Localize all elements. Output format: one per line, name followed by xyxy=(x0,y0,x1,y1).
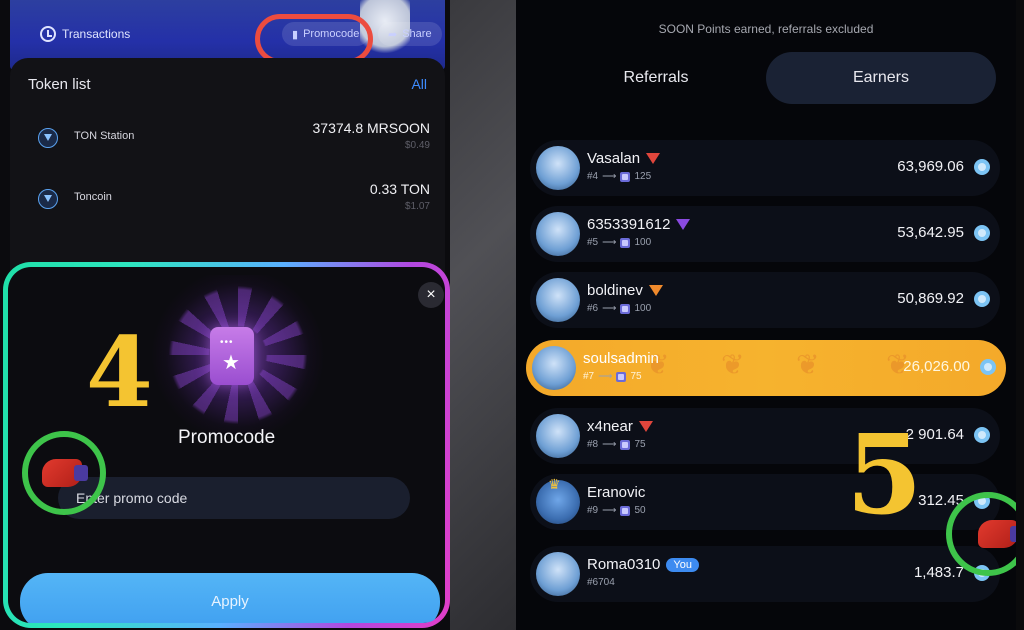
row-name: x4near xyxy=(587,418,653,435)
avatar xyxy=(536,146,580,190)
step-number-4: 4 xyxy=(86,316,153,429)
token-row[interactable]: TON Station 37374.8 MRSOON $0.49 xyxy=(34,118,430,158)
token-amount: 37374.8 MRSOON xyxy=(312,120,431,136)
row-rank: #5 ⟶ 100 xyxy=(587,237,652,248)
points-note: SOON Points earned, referrals excluded xyxy=(658,22,874,36)
token-usd: $0.49 xyxy=(404,140,430,151)
avatar: ♛ xyxy=(536,476,580,524)
row-value: 63,969.06 xyxy=(897,158,964,175)
step-number-5: 5 xyxy=(846,410,923,539)
tab-earners[interactable]: Earners xyxy=(766,52,996,104)
leaf-pattern-icon: ❦ xyxy=(796,349,820,380)
background-divider xyxy=(450,0,520,630)
leaderboard-row[interactable]: boldinev #6 ⟶ 100 50,869.92 xyxy=(530,272,1000,328)
promo-code-input[interactable] xyxy=(58,477,410,519)
avatar xyxy=(536,212,580,256)
row-rank: #7 ⟶ 75 xyxy=(583,371,642,382)
leaderboard-row[interactable]: Vasalan #4 ⟶ 125 63,969.06 xyxy=(530,140,1000,196)
transactions-button[interactable]: Transactions xyxy=(40,26,130,42)
tab-referrals[interactable]: Referrals xyxy=(546,52,766,104)
token-amount: 0.33 TON xyxy=(369,181,430,197)
row-value: 1,483.7 xyxy=(913,564,964,581)
apply-button[interactable]: Apply xyxy=(20,573,440,623)
row-name: soulsadmin xyxy=(583,350,659,367)
avatar xyxy=(536,552,580,596)
leaderboard-row[interactable]: ♛ Eranovic #9 ⟶ 50 312.45 xyxy=(530,474,1000,530)
token-list-all-link[interactable]: All xyxy=(411,76,427,92)
gem-icon xyxy=(648,284,663,297)
ticket-icon: ••• ★ xyxy=(210,327,254,385)
leaderboard-tabs: Referrals Earners xyxy=(546,52,996,104)
composite-screenshot: Transactions ▮ Promocode ➦ Share Token l… xyxy=(0,0,1024,630)
level-icon xyxy=(620,237,631,248)
level-icon xyxy=(616,371,627,382)
token-row[interactable]: Toncoin 0.33 TON $1.07 xyxy=(34,179,430,219)
crown-icon: ♛ xyxy=(548,476,561,492)
share-button[interactable]: ➦ Share xyxy=(378,22,442,46)
highlight-circle-red xyxy=(255,14,373,64)
close-button[interactable]: × xyxy=(418,282,444,308)
row-name: Eranovic xyxy=(587,484,646,501)
leaderboard-row-you[interactable]: Roma0310 You #6704 1,483.7 xyxy=(530,546,1000,602)
avatar xyxy=(536,278,580,322)
leaderboard-row-highlighted[interactable]: ❦ ❦ ❦ ❦ soulsadmin #7 ⟶ 75 26,026.00 xyxy=(526,340,1006,396)
row-value: 26,026.00 xyxy=(903,358,970,375)
history-icon xyxy=(40,26,56,42)
avatar xyxy=(532,346,576,390)
leaderboard-row[interactable]: 6353391612 #5 ⟶ 100 53,642.95 xyxy=(530,206,1000,262)
share-arrow-icon: ➦ xyxy=(388,28,398,41)
transactions-label: Transactions xyxy=(62,27,131,41)
row-name: 6353391612 xyxy=(587,216,691,233)
token-name: TON Station xyxy=(74,130,135,142)
level-icon xyxy=(620,171,631,182)
gem-icon xyxy=(646,152,661,165)
level-icon xyxy=(620,303,631,314)
row-rank: #8 ⟶ 75 xyxy=(587,439,646,450)
promocode-title: Promocode xyxy=(178,427,276,448)
soon-coin-icon xyxy=(974,159,990,175)
avatar xyxy=(536,414,580,458)
soon-coin-icon xyxy=(974,427,990,443)
leaderboard-row[interactable]: x4near #8 ⟶ 75 2 901.64 xyxy=(530,408,1000,464)
ton-icon xyxy=(38,128,58,148)
wallet-panel: Transactions ▮ Promocode ➦ Share Token l… xyxy=(0,0,450,630)
row-name: boldinev xyxy=(587,282,663,299)
row-name: Vasalan xyxy=(587,150,661,167)
promo-code-field[interactable] xyxy=(58,477,410,519)
leaderboard-panel: SOON Points earned, referrals excluded R… xyxy=(516,0,1016,630)
row-rank: #6704 xyxy=(587,577,615,588)
row-value: 53,642.95 xyxy=(897,224,964,241)
ton-icon xyxy=(38,189,58,209)
gem-icon xyxy=(638,420,653,433)
row-rank: #9 ⟶ 50 xyxy=(587,505,646,516)
token-usd: $1.07 xyxy=(404,201,430,212)
share-label: Share xyxy=(402,28,432,40)
token-list-card: Token list All TON Station 37374.8 MRSOO… xyxy=(10,58,445,278)
row-value: 50,869.92 xyxy=(897,290,964,307)
soon-coin-icon xyxy=(980,359,996,375)
row-rank: #6 ⟶ 100 xyxy=(587,303,652,314)
gem-icon xyxy=(676,218,691,231)
token-name: Toncoin xyxy=(74,191,112,203)
boxing-glove-icon xyxy=(42,459,88,487)
row-name: Roma0310 You xyxy=(587,556,699,573)
promocode-modal: ••• ★ 4 × Promocode Apply xyxy=(3,262,450,628)
soon-coin-icon xyxy=(974,291,990,307)
you-badge: You xyxy=(666,557,699,572)
boxing-glove-icon xyxy=(978,520,1016,548)
level-icon xyxy=(620,505,631,516)
row-rank: #4 ⟶ 125 xyxy=(587,171,652,182)
soon-coin-icon xyxy=(974,225,990,241)
leaf-pattern-icon: ❦ xyxy=(721,349,745,380)
highlight-circle-green xyxy=(22,431,106,515)
token-list-title: Token list xyxy=(28,76,91,93)
level-icon xyxy=(620,439,631,450)
